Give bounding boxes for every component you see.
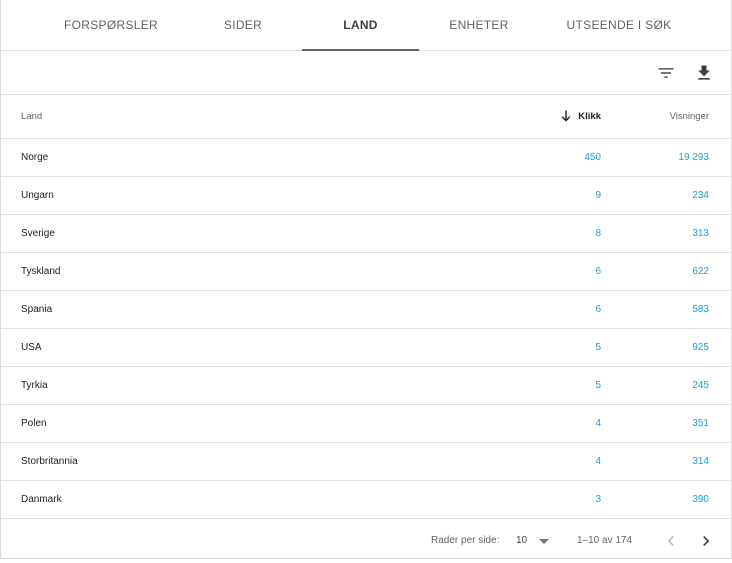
chevron-right-icon (703, 536, 710, 546)
rows-per-page-label: Rader per side: (431, 535, 500, 546)
country-cell: Polen (21, 418, 47, 429)
table-row[interactable]: Danmark 3 390 (1, 481, 731, 519)
clicks-cell: 4 (595, 456, 601, 467)
pagination-range: 1–10 av 174 (577, 535, 633, 546)
clicks-cell: 4 (595, 418, 601, 429)
filter-icon (658, 68, 674, 78)
table-row[interactable]: Spania 6 583 (1, 291, 731, 329)
clicks-cell: 6 (595, 304, 601, 315)
rows-per-page-value: 10 (516, 535, 528, 546)
table-row[interactable]: Storbritannia 4 314 (1, 443, 731, 481)
table-toolbar (1, 51, 731, 95)
column-header-impressions[interactable]: Visninger (670, 95, 709, 138)
impressions-cell: 19 293 (678, 152, 709, 163)
next-page-button[interactable] (696, 531, 716, 551)
tab-search-appearance[interactable]: UTSEENDE I SØK (549, 0, 689, 50)
download-button[interactable] (690, 59, 718, 87)
country-cell: Tyskland (21, 266, 61, 277)
clicks-cell: 3 (595, 494, 601, 505)
caret-down-icon (539, 539, 549, 544)
table-row[interactable]: Tyskland 6 622 (1, 253, 731, 291)
tab-pages[interactable]: SIDER (183, 0, 303, 50)
impressions-cell: 314 (692, 456, 709, 467)
tab-queries[interactable]: FORSPØRSLER (41, 0, 181, 50)
clicks-cell: 9 (595, 190, 601, 201)
chevron-left-icon (667, 536, 674, 546)
table-header: Land Klikk Visninger (1, 95, 731, 139)
tab-countries[interactable]: LAND (302, 0, 419, 50)
download-icon (698, 65, 710, 80)
previous-page-button[interactable] (661, 531, 681, 551)
impressions-cell: 351 (692, 418, 709, 429)
impressions-cell: 313 (692, 228, 709, 239)
country-cell: Spania (21, 304, 53, 315)
rows-per-page-select[interactable]: 10 (509, 529, 555, 553)
table-row[interactable]: Polen 4 351 (1, 405, 731, 443)
performance-card: FORSPØRSLER SIDER LAND ENHETER UTSEENDE … (0, 0, 732, 559)
table-row[interactable]: USA 5 925 (1, 329, 731, 367)
impressions-cell: 245 (692, 380, 709, 391)
table-row[interactable]: Sverige 8 313 (1, 215, 731, 253)
clicks-cell: 5 (595, 342, 601, 353)
table-pagination: Rader per side: 10 1–10 av 174 (1, 519, 731, 559)
country-cell: Norge (21, 152, 49, 163)
column-header-country[interactable]: Land (21, 95, 42, 138)
country-cell: USA (21, 342, 42, 353)
country-cell: Tyrkia (21, 380, 48, 391)
tab-devices[interactable]: ENHETER (421, 0, 537, 50)
table-row[interactable]: Tyrkia 5 245 (1, 367, 731, 405)
column-header-clicks[interactable]: Klikk (578, 95, 601, 138)
impressions-cell: 622 (692, 266, 709, 277)
country-cell: Ungarn (21, 190, 54, 201)
clicks-cell: 8 (595, 228, 601, 239)
arrow-down-icon (561, 110, 571, 122)
tab-bar: FORSPØRSLER SIDER LAND ENHETER UTSEENDE … (1, 0, 731, 51)
country-cell: Danmark (21, 494, 62, 505)
country-cell: Storbritannia (21, 456, 78, 467)
country-cell: Sverige (21, 228, 55, 239)
clicks-cell: 5 (595, 380, 601, 391)
impressions-cell: 925 (692, 342, 709, 353)
impressions-cell: 390 (692, 494, 709, 505)
filter-button[interactable] (652, 59, 680, 87)
clicks-cell: 6 (595, 266, 601, 277)
impressions-cell: 583 (692, 304, 709, 315)
table-body: Norge 450 19 293 Ungarn 9 234 Sverige 8 … (1, 139, 731, 519)
table-row[interactable]: Norge 450 19 293 (1, 139, 731, 177)
impressions-cell: 234 (692, 190, 709, 201)
clicks-cell: 450 (584, 152, 601, 163)
table-row[interactable]: Ungarn 9 234 (1, 177, 731, 215)
